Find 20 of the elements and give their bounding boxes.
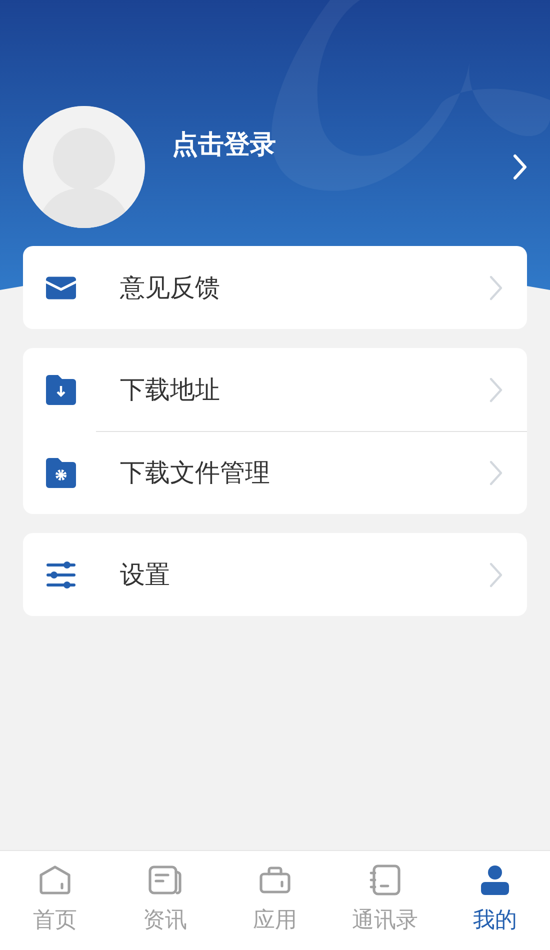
- chevron-right-icon: [489, 562, 503, 588]
- chevron-right-icon: [513, 154, 527, 180]
- chevron-right-icon: [489, 460, 503, 486]
- person-icon: [480, 865, 510, 895]
- menu-item[interactable]: 下载地址: [23, 348, 527, 431]
- chevron-right-icon: [489, 376, 503, 402]
- chevron-right-icon: [489, 274, 503, 300]
- tab[interactable]: 我的: [440, 851, 550, 950]
- document-icon: [148, 865, 182, 895]
- briefcase-icon: [259, 866, 291, 894]
- folder-gear-icon: [46, 458, 76, 488]
- folder-download-icon: [46, 374, 76, 404]
- menu-item[interactable]: 设置: [23, 533, 527, 616]
- mail-icon: [46, 276, 76, 300]
- login-link[interactable]: 点击登录: [172, 126, 276, 164]
- menu-item[interactable]: 意见反馈: [23, 246, 527, 329]
- menu-item[interactable]: 下载文件管理: [23, 431, 527, 514]
- sliders-icon: [46, 560, 76, 588]
- notebook-icon: [369, 864, 401, 896]
- home-icon: [39, 865, 71, 895]
